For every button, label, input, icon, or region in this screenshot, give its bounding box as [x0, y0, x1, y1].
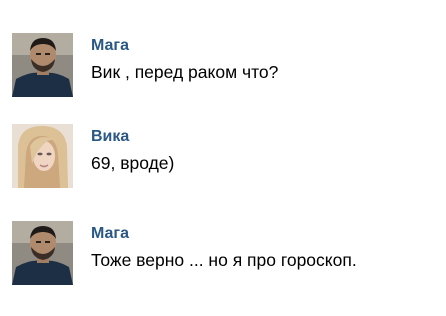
- message-item: Вика 69, вроде): [0, 124, 446, 190]
- message-item: Мага Вик , перед раком что?: [0, 33, 446, 99]
- male-user-photo-icon[interactable]: [12, 221, 73, 285]
- author-name[interactable]: Мага: [91, 225, 129, 243]
- author-name[interactable]: Вика: [91, 128, 129, 146]
- message-text: Вик , перед раком что?: [91, 62, 279, 82]
- author-name[interactable]: Мага: [91, 37, 129, 55]
- message-item: Мага Тоже верно ... но я про гороскоп.: [0, 221, 446, 287]
- female-user-photo-icon[interactable]: [12, 124, 73, 188]
- message-thread: Мага Вик , перед раком что? Вика 69, вро…: [0, 0, 446, 316]
- message-text: 69, вроде): [91, 153, 175, 173]
- male-user-photo-icon[interactable]: [12, 33, 73, 97]
- message-text: Тоже верно ... но я про гороскоп.: [91, 250, 357, 270]
